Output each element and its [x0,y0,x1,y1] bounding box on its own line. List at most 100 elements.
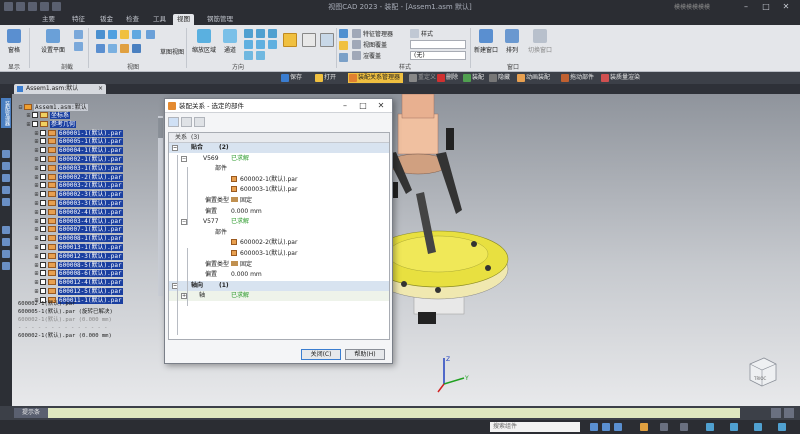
dialog-help-btn[interactable]: 帮助(H) [345,349,385,360]
style-item[interactable]: 样式 [421,29,433,38]
previous-view-icon[interactable] [244,51,253,60]
expand-icon[interactable] [771,408,781,418]
visibility-checkbox[interactable] [40,226,46,233]
grid-row-prop[interactable]: 偏置类型 固定 [169,196,389,206]
zoom-icon[interactable] [268,29,277,38]
visibility-checkbox[interactable] [40,191,46,198]
sidebar-tool-icon[interactable] [2,238,10,246]
sidebar-tool-icon[interactable] [2,174,10,182]
grid-row-part[interactable]: 600003-1(默认).par [169,249,389,259]
visibility-checkbox[interactable] [40,208,46,215]
dialog-maximize-button[interactable]: □ [354,99,372,113]
expand-icon[interactable]: ⊞ [26,112,31,120]
sidebar-tool-icon[interactable] [2,162,10,170]
tree-scrollbar[interactable] [158,116,163,296]
tree-part[interactable]: ⊞ 600001-1(默认).par [34,129,123,138]
view-front-icon[interactable] [96,30,105,39]
grid-row-mate[interactable]: − V577 已求解 [169,217,389,227]
view-bottom-icon[interactable] [108,44,117,53]
expand-toggle-icon[interactable]: − [181,155,187,162]
cmd-redefine[interactable]: 重定义 [408,73,436,83]
tab-tools[interactable]: 工具 [149,14,170,25]
grid-row-group[interactable]: − 贴合 (2) [169,143,389,153]
tree-part[interactable]: ⊞ 600008-5(默认).par [34,261,123,270]
expand-icon[interactable]: ⊞ [34,165,39,173]
view-back-icon[interactable] [96,44,105,53]
pan-icon[interactable] [256,29,265,38]
expand-icon[interactable]: ⊞ [34,279,39,287]
component-search-input[interactable]: 搜索组件 [490,422,580,432]
tab-sheetmetal[interactable]: 钣金 [96,14,117,25]
mate-row[interactable]: 600005-1(默认).par (旋转已解决) [18,308,113,316]
grid-row-mate[interactable]: − V569 已求解 [169,154,389,164]
expand-icon[interactable]: ⊞ [34,191,39,199]
spin-icon[interactable] [256,40,265,49]
expand-icon[interactable]: ⊞ [34,182,39,190]
tree-part[interactable]: ⊞ 600005-1(默认).par [34,138,123,146]
expand-icon[interactable]: ⊞ [34,288,39,296]
mate-row[interactable]: - - - - - - - - - - - - - - [18,324,107,332]
section-option-icon[interactable] [74,42,83,51]
assembly-manager-tab[interactable]: 装配管理器 [1,98,11,128]
expand-toggle-icon[interactable]: − [172,145,178,151]
tree-folder[interactable]: ⊞ 参考几何 [26,120,77,129]
expand-icon[interactable]: ⊞ [34,270,39,278]
visibility-checkbox[interactable] [40,252,46,259]
feature-manager-item[interactable]: 特征管理器 [363,29,393,38]
visibility-checkbox[interactable] [40,261,46,268]
tree-part[interactable]: ⊞ 600002-2(默认).par [34,173,123,182]
expand-icon[interactable]: ⊞ [34,200,39,208]
visibility-checkbox[interactable] [40,235,46,242]
tab-inspect[interactable]: 检查 [122,14,143,25]
visibility-checkbox[interactable] [40,173,46,180]
sidebar-tool-icon[interactable] [2,150,10,158]
tree-part[interactable]: ⊞ 600013-1(默认).par [34,244,123,252]
expand-icon[interactable]: ⊞ [34,218,39,226]
visibility-checkbox[interactable] [40,147,46,154]
grid-row-part[interactable]: 600002-1(默认).par [169,175,389,185]
filter-icon[interactable] [168,117,179,127]
cmd-drag-part[interactable]: 拖动部件 [560,73,594,83]
close-prompt-icon[interactable] [784,408,794,418]
document-tab[interactable]: Assem1.asm:默认 × [14,84,106,94]
view-iso-icon[interactable] [120,30,129,39]
visibility-checkbox[interactable] [40,217,46,224]
next-view-icon[interactable] [256,51,265,60]
section-plane-button[interactable]: 设置平面 [36,29,70,54]
expand-icon[interactable]: ⊞ [34,138,39,146]
cmd-mate-manager[interactable]: 装配关系管理器 [348,73,404,83]
expand-icon[interactable]: ⊞ [26,121,31,129]
expand-icon[interactable]: ⊞ [34,253,39,261]
collapse-icon[interactable]: ⊟ [18,104,23,112]
sketch-view-icon[interactable] [146,30,155,39]
tree-root[interactable]: ⊟ Assem1.asm:默认 [18,104,88,112]
cmd-assemble[interactable]: 装配 [462,73,484,83]
style-shade-icon[interactable] [339,29,348,38]
look-at-icon[interactable] [268,40,277,49]
tree-scroll-thumb[interactable] [158,118,163,138]
sidebar-tool-icon[interactable] [2,262,10,270]
mate-row[interactable]: 600002-1(默认).par (0.000 mm) [18,332,112,340]
tree-part[interactable]: ⊞ 600002-4(默认).par [34,208,123,217]
visibility-checkbox[interactable] [40,244,46,250]
tree-part[interactable]: ⊞ 600003-2(默认).par [34,182,123,190]
overlay-combo[interactable]: (无) [410,51,466,60]
tab-home[interactable]: 主要 [38,14,59,25]
grid-row-prop[interactable]: 偏置 0.000 mm [169,270,389,280]
close-button[interactable]: ✕ [776,0,796,14]
tree-folder[interactable]: ⊞ 坐标系 [26,112,71,120]
cmd-delete[interactable]: 删除 [436,73,458,83]
tree-part[interactable]: ⊞ 600002-1(默认).par [34,156,123,164]
visibility-checkbox[interactable] [32,120,38,127]
assembly-model[interactable] [376,94,706,334]
status-icon[interactable] [778,423,786,431]
tab-view[interactable]: 视图 [173,14,194,25]
visibility-checkbox[interactable] [40,129,46,136]
view-dimetric-icon[interactable] [132,44,141,53]
tree-part[interactable]: ⊞ 600003-4(默认).par [34,217,123,226]
view-left-icon[interactable] [120,44,129,53]
tree-part[interactable]: ⊞ 600008-1(默认).par [34,235,123,243]
visibility-checkbox[interactable] [40,279,46,286]
cmd-open[interactable]: 打开 [314,73,336,83]
tree-part[interactable]: ⊞ 600003-3(默认).par [34,200,123,208]
